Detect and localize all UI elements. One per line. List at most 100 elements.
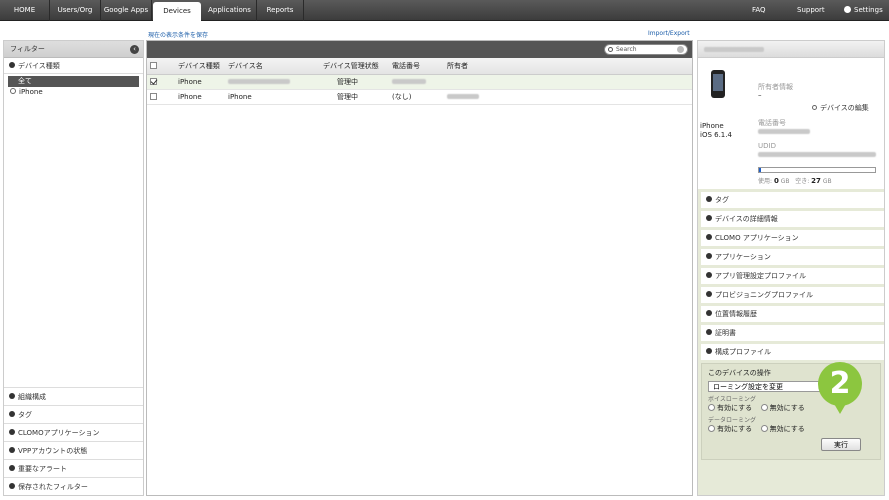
list-toolbar: Search [147,41,692,58]
filter-org[interactable]: 組織構成 [4,387,143,405]
radio-icon[interactable] [708,404,715,411]
filter-device-type[interactable]: デバイス種類 [4,58,143,74]
free-value: 27 [811,177,821,185]
section-clomo-app-label: CLOMO アプリケーション [715,234,799,242]
udid-label: UDID [758,142,776,150]
cell-owner [444,89,692,105]
settings-link[interactable]: Settings [844,0,883,21]
faq-link[interactable]: FAQ [752,0,766,21]
expand-icon [706,329,712,335]
row-checkbox[interactable] [150,77,157,85]
iphone-icon [711,70,725,98]
section-provisioning[interactable]: プロビジョニングプロファイル [701,287,884,303]
table-row[interactable]: iPhone iPhone 管理中 (なし) [147,89,692,105]
col-owner[interactable]: 所有者 [444,58,692,75]
section-details-label: デバイスの詳細情報 [715,215,778,223]
tab-devices[interactable]: Devices [153,2,201,22]
section-apps-label: アプリケーション [715,253,771,261]
row-select[interactable] [147,89,175,105]
col-device-type[interactable]: デバイス種類 [175,58,225,75]
search-icon [608,47,613,52]
filter-vpp-label: VPPアカウントの状態 [18,447,88,455]
device-info: iPhone iOS 6.1.4 所有者情報 – デバイスの編集 電話番号 UD… [698,58,884,189]
col-status[interactable]: デバイス管理状態 [320,58,389,75]
data-enable-label: 有効にする [717,425,753,433]
col-phone[interactable]: 電話番号 [389,58,444,75]
section-config-profile[interactable]: 構成プロファイル [701,344,884,360]
data-enable-option[interactable]: 有効にする [708,425,752,433]
radio-icon[interactable] [760,425,768,432]
filter-clomo-app-label: CLOMOアプリケーション [18,429,100,437]
gear-icon [844,6,851,13]
voice-disable-option[interactable]: 無効にする [760,404,805,412]
redacted-udid [758,152,876,157]
col-device-name[interactable]: デバイス名 [225,58,320,75]
section-apps[interactable]: アプリケーション [701,249,884,265]
device-detail-panel: iPhone iOS 6.1.4 所有者情報 – デバイスの編集 電話番号 UD… [697,40,885,496]
row-select[interactable] [147,74,175,90]
section-location[interactable]: 位置情報履歴 [701,306,884,322]
radio-icon[interactable] [708,425,715,432]
top-nav: HOME Users/Org Google Apps Devices Appli… [0,0,889,22]
filter-item-iphone-label: iPhone [19,88,43,96]
cell-status: 管理中 [320,74,389,90]
collapse-icon[interactable]: ‹ [130,45,139,54]
tab-google-apps[interactable]: Google Apps [101,0,152,21]
section-clomo-app[interactable]: CLOMO アプリケーション [701,230,884,246]
filter-title: フィルター [10,45,45,53]
filter-tag-label: タグ [18,411,32,419]
filter-alert[interactable]: 重要なアラート [4,459,143,477]
filter-clomo-app[interactable]: CLOMOアプリケーション [4,423,143,441]
select-all-checkbox[interactable] [150,61,157,69]
support-link[interactable]: Support [797,0,825,21]
section-tag[interactable]: タグ [701,192,884,208]
cell-owner [444,74,692,90]
storage-fill [759,168,762,172]
section-app-config[interactable]: アプリ管理設定プロファイル [701,268,884,284]
used-value: 0 [773,177,779,185]
voice-enable-option[interactable]: 有効にする [708,404,752,412]
storage-bar [758,167,876,173]
filter-saved[interactable]: 保存されたフィルター [4,477,143,495]
filter-saved-label: 保存されたフィルター [18,483,88,491]
tab-reports[interactable]: Reports [257,0,304,21]
step-badge: 2 [818,362,862,406]
expand-icon [9,465,15,471]
section-app-config-label: アプリ管理設定プロファイル [715,272,806,280]
filter-vpp[interactable]: VPPアカウントの状態 [4,441,143,459]
select-all-cell[interactable] [147,58,175,75]
search-placeholder: Search [616,46,637,53]
expand-icon [706,215,712,221]
filter-item-iphone[interactable]: iPhone [4,87,143,98]
import-export-link[interactable]: Import/Export [648,30,690,37]
save-filter-link[interactable]: 現在の表示条件を保存 [148,30,208,39]
row-checkbox[interactable] [150,92,157,100]
edit-device-link[interactable]: デバイスの編集 [812,103,869,113]
section-details[interactable]: デバイスの詳細情報 [701,211,884,227]
search-input[interactable]: Search [604,44,688,55]
tab-home[interactable]: HOME [0,0,50,21]
execute-button[interactable]: 実行 [821,438,861,451]
owner-info-value: – [758,91,762,99]
tab-users-org[interactable]: Users/Org [50,0,101,21]
redacted-phone [392,78,426,84]
udid-value [758,151,876,159]
device-type-label: デバイス種類 [18,62,60,70]
table-row[interactable]: iPhone 管理中 [147,74,692,90]
radio-icon[interactable] [760,404,768,411]
clear-icon[interactable] [677,46,684,53]
filter-item-all[interactable]: 全て [8,76,139,87]
expand-icon [706,234,712,240]
redacted-phone [758,129,810,134]
data-roaming-label: データローミング [708,417,757,424]
edit-device-label: デバイスの編集 [820,104,869,112]
tab-applications[interactable]: Applications [203,0,257,21]
section-config-profile-label: 構成プロファイル [715,348,771,356]
filter-tag[interactable]: タグ [4,405,143,423]
filter-alert-label: 重要なアラート [18,465,67,473]
section-certs[interactable]: 証明書 [701,325,884,341]
data-disable-option[interactable]: 無効にする [760,425,805,433]
data-disable-label: 無効にする [769,425,805,433]
filter-org-label: 組織構成 [18,393,46,401]
cell-type: iPhone [175,89,225,105]
